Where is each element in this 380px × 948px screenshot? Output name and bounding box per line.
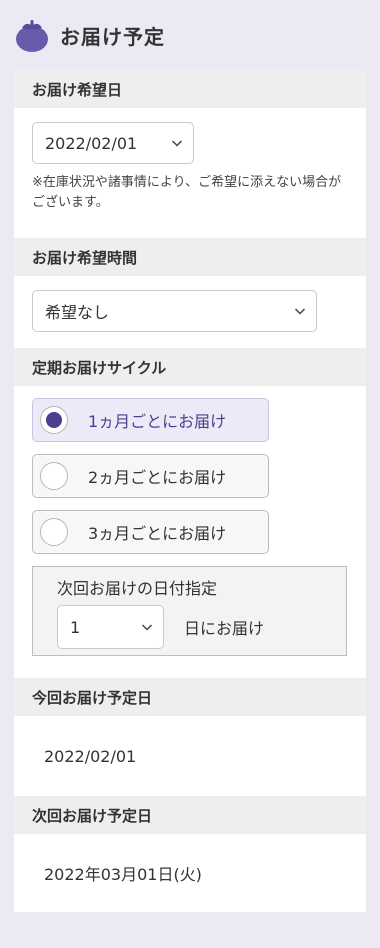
radio-button[interactable] <box>40 406 68 434</box>
delivery-panel: お届け希望日 2022/02/01 ※在庫状況や諸事情により、ご希望に添えない場… <box>14 70 366 912</box>
current-scheduled-body: 2022/02/01 <box>14 716 366 796</box>
next-delivery-day-value: 1 <box>70 617 81 637</box>
radio-button[interactable] <box>40 518 68 546</box>
cycle-body: 1ヵ月ごとにお届け 2ヵ月ごとにお届け 3ヵ月ごとにお届け 次回お届けの日付指定… <box>14 386 366 678</box>
next-delivery-day-suffix: 日にお届け <box>184 619 265 638</box>
next-scheduled-body: 2022年03月01日(火) <box>14 834 366 912</box>
cycle-option-2month[interactable]: 2ヵ月ごとにお届け <box>32 454 269 498</box>
chevron-down-icon <box>171 140 183 147</box>
next-delivery-day-select[interactable]: 1 <box>57 605 164 649</box>
radio-selected-dot <box>46 412 62 428</box>
delivery-time-label: お届け希望時間 <box>14 238 366 276</box>
cycle-option-1month[interactable]: 1ヵ月ごとにお届け <box>32 398 269 442</box>
eggplant-icon <box>16 20 48 52</box>
delivery-time-body[interactable]: 希望なし <box>14 276 366 348</box>
delivery-time-select[interactable]: 希望なし <box>32 290 317 332</box>
delivery-date-body: 2022/02/01 ※在庫状況や諸事情により、ご希望に添えない場合がございます… <box>14 108 366 238</box>
chevron-down-icon <box>141 624 153 631</box>
next-scheduled-value: 2022年03月01日(火) <box>44 865 202 884</box>
delivery-date-note: ※在庫状況や諸事情により、ご希望に添えない場合がございます。 <box>32 175 342 210</box>
cycle-option-label: 1ヵ月ごとにお届け <box>88 412 227 431</box>
chevron-down-icon <box>294 308 306 315</box>
next-delivery-day-title: 次回お届けの日付指定 <box>57 579 218 598</box>
current-scheduled-label: 今回お届け予定日 <box>14 678 366 716</box>
cycle-label: 定期お届けサイクル <box>14 348 366 386</box>
delivery-date-value: 2022/02/01 <box>45 133 138 153</box>
next-scheduled-label: 次回お届け予定日 <box>14 796 366 834</box>
radio-button[interactable] <box>40 462 68 490</box>
next-delivery-day-box: 次回お届けの日付指定 1 日にお届け <box>32 566 347 656</box>
next-delivery-day-row: 1 日にお届け <box>57 605 346 649</box>
delivery-date-label: お届け希望日 <box>14 70 366 108</box>
cycle-option-3month[interactable]: 3ヵ月ごとにお届け <box>32 510 269 554</box>
cycle-option-label: 3ヵ月ごとにお届け <box>88 524 227 543</box>
delivery-date-select[interactable]: 2022/02/01 <box>32 122 194 164</box>
page-title: お届け予定 <box>60 24 165 49</box>
delivery-time-value: 希望なし <box>45 303 110 322</box>
cycle-option-label: 2ヵ月ごとにお届け <box>88 468 227 487</box>
page-header: お届け予定 <box>0 0 380 70</box>
current-scheduled-value: 2022/02/01 <box>44 746 137 766</box>
